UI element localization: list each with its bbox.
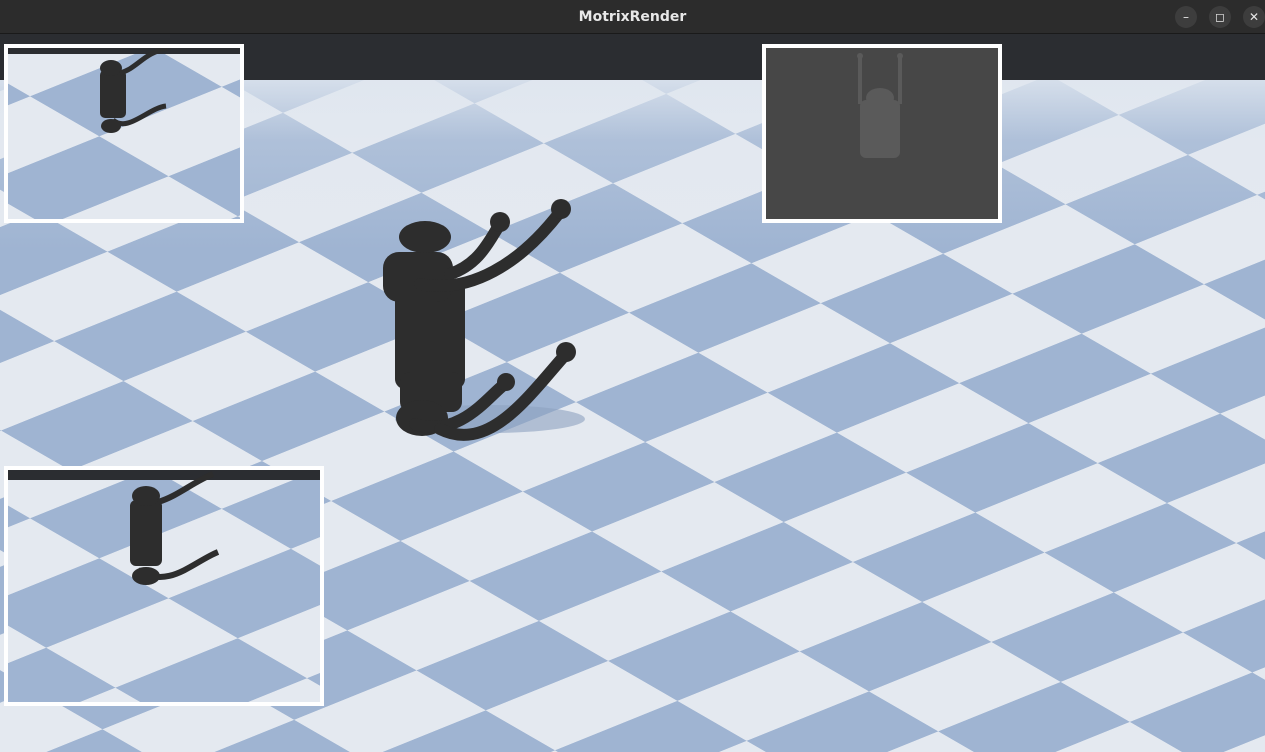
minimize-icon: – xyxy=(1183,9,1189,24)
maximize-icon: ◻ xyxy=(1215,9,1225,24)
maximize-button[interactable]: ◻ xyxy=(1209,5,1231,28)
window-controls: – ◻ ✕ xyxy=(1175,0,1265,33)
rgb-camera-top-view xyxy=(8,48,240,219)
window-title: MotrixRender xyxy=(578,8,687,25)
3d-viewport[interactable] xyxy=(0,34,1265,752)
depth-camera-inset xyxy=(762,44,1002,223)
close-icon: ✕ xyxy=(1248,9,1260,24)
rgb-camera-inset-top xyxy=(4,44,244,223)
minimize-button[interactable]: – xyxy=(1175,5,1197,28)
title-bar: MotrixRender – ◻ ✕ xyxy=(0,0,1265,34)
rgb-camera-bottom-view xyxy=(8,470,320,702)
close-button[interactable]: ✕ xyxy=(1243,5,1265,28)
depth-camera-view xyxy=(766,48,998,219)
rgb-camera-inset-bottom xyxy=(4,466,324,706)
